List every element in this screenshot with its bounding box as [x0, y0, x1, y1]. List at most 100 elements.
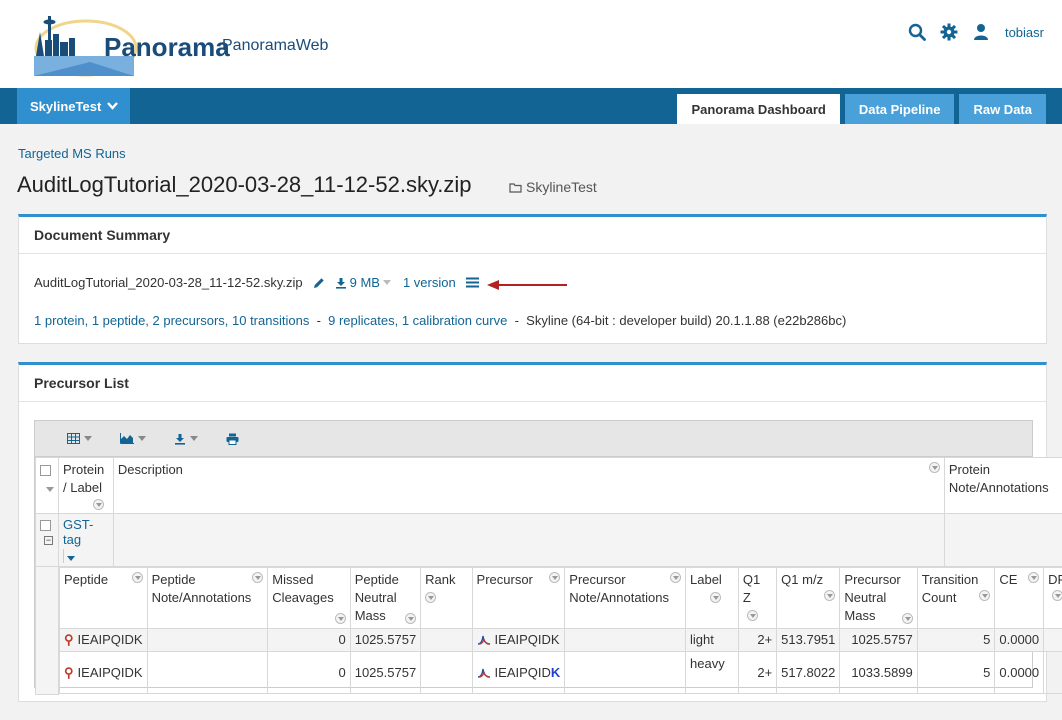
column-menu-icon[interactable]	[670, 572, 682, 583]
document-summary-panel: Document Summary AuditLogTutorial_2020-0…	[18, 214, 1047, 344]
col-dp[interactable]: DP	[1043, 567, 1062, 629]
select-all-checkbox[interactable]	[40, 465, 51, 477]
edit-pencil-icon[interactable]	[313, 277, 325, 289]
column-menu-icon[interactable]	[979, 590, 991, 601]
missed-cleavages-cell: 0	[267, 628, 351, 652]
project-menu-button[interactable]: SkylineTest	[17, 88, 130, 124]
separator: -	[316, 313, 321, 328]
col-precursor-note[interactable]: Precursor Note/Annotations	[564, 567, 687, 629]
breadcrumb-targeted-ms-runs[interactable]: Targeted MS Runs	[18, 146, 126, 161]
label-cell: heavy	[685, 651, 739, 694]
col-precursor-label: Precursor	[476, 572, 533, 587]
col-q1-mz[interactable]: Q1 m/z	[776, 567, 841, 629]
peptide-cell: ⚲ IEAIPQIDK	[59, 628, 148, 652]
ce-cell: 0.0000	[994, 651, 1045, 694]
folder-tabs: Panorama Dashboard Data Pipeline Raw Dat…	[677, 94, 1046, 124]
precursor-list-panel: Precursor List Protein / Label Descripti…	[18, 362, 1062, 702]
peptide-header-row: Peptide Peptide Note/Annotations Missed …	[59, 567, 1062, 629]
col-dp-label: DP	[1048, 572, 1062, 587]
precursor-subtable-row: Peptide Peptide Note/Annotations Missed …	[35, 566, 1062, 695]
protein-label-header[interactable]: Protein / Label	[58, 457, 114, 514]
select-all-header	[35, 457, 59, 514]
col-peptide[interactable]: Peptide	[59, 567, 148, 629]
tab-panorama-dashboard[interactable]: Panorama Dashboard	[677, 94, 840, 124]
transition-count-cell: 5	[916, 651, 996, 694]
subtable-indent	[35, 566, 59, 695]
col-transition-count[interactable]: Transition Count	[916, 567, 996, 629]
col-peptide-note[interactable]: Peptide Note/Annotations	[146, 567, 269, 629]
column-menu-icon[interactable]	[1052, 590, 1062, 601]
versions-link[interactable]: 1 version	[403, 275, 456, 290]
precursor-link[interactable]: IEAIPQIDK	[495, 665, 561, 680]
folder-label[interactable]: SkylineTest	[509, 179, 597, 195]
brand-name[interactable]: Panorama	[104, 32, 230, 63]
column-menu-icon[interactable]	[93, 499, 104, 510]
user-icon[interactable]	[971, 22, 991, 42]
protein-label-header-text: Protein / Label	[63, 462, 105, 495]
col-peptide-neutral-mass[interactable]: Peptide Neutral Mass	[349, 567, 422, 629]
area-chart-icon	[120, 433, 134, 444]
col-precursor[interactable]: Precursor	[471, 567, 566, 629]
protein-link[interactable]: GST-tag	[63, 517, 93, 547]
description-header[interactable]: Description	[112, 457, 945, 514]
column-menu-icon[interactable]	[131, 572, 143, 583]
download-menu[interactable]: 9 MB	[335, 275, 391, 290]
header-actions: tobiasr	[907, 22, 1044, 42]
precursor-note-cell	[564, 651, 687, 694]
table-row: ⚲ IEAIPQIDK 0 1025.5757 IEAIPQIDK heavy 2…	[59, 651, 1062, 694]
print-button[interactable]	[226, 433, 239, 445]
peptide-cell: ⚲ IEAIPQIDK	[59, 651, 148, 694]
caret-down-icon	[138, 436, 146, 441]
replicates-link[interactable]: 9 replicates, 1 calibration curve	[328, 313, 507, 328]
mz-cell: 517.8022	[776, 651, 841, 694]
column-menu-icon[interactable]	[405, 613, 417, 624]
tab-raw-data[interactable]: Raw Data	[959, 94, 1046, 124]
transition-count-cell: 5	[916, 628, 996, 652]
dp-cell	[1043, 628, 1062, 652]
column-menu-icon[interactable]	[824, 590, 836, 601]
description-header-text: Description	[117, 462, 183, 477]
peptide-link[interactable]: IEAIPQIDK	[78, 665, 143, 680]
user-menu-link[interactable]: tobiasr	[1005, 25, 1044, 40]
grid-view-button[interactable]	[67, 433, 92, 444]
peptide-note-cell	[146, 628, 269, 652]
menu-lines-icon[interactable]	[465, 277, 479, 288]
column-menu-icon[interactable]	[549, 572, 561, 583]
caret-down-icon[interactable]	[46, 487, 54, 492]
column-menu-icon[interactable]	[710, 592, 722, 603]
peptide-link[interactable]: IEAIPQIDK	[78, 632, 143, 647]
peptide-table: Peptide Peptide Note/Annotations Missed …	[59, 567, 1062, 694]
precursor-link[interactable]: IEAIPQIDK	[495, 632, 560, 647]
column-menu-icon[interactable]	[901, 613, 913, 624]
col-missed-cleavages[interactable]: Missed Cleavages	[267, 567, 351, 629]
caret-down-icon	[382, 280, 391, 285]
column-menu-icon[interactable]	[746, 610, 758, 621]
folder-name: SkylineTest	[526, 179, 597, 195]
chart-button[interactable]	[120, 433, 146, 444]
column-menu-icon[interactable]	[334, 613, 346, 624]
column-menu-icon[interactable]	[1028, 572, 1040, 583]
col-q1-z[interactable]: Q1 Z	[737, 567, 778, 629]
export-button[interactable]	[174, 433, 198, 445]
col-precursor-neutral-mass[interactable]: Precursor Neutral Mass	[839, 567, 918, 629]
collapse-icon[interactable]: −	[44, 536, 53, 546]
col-peptide-label: Peptide	[64, 572, 109, 587]
col-label[interactable]: Label	[685, 567, 739, 629]
protein-menu[interactable]	[63, 549, 109, 563]
col-ce[interactable]: CE	[994, 567, 1045, 629]
column-menu-icon[interactable]	[425, 592, 437, 603]
grid-icon	[67, 433, 80, 444]
separator: -	[514, 313, 519, 328]
search-icon[interactable]	[907, 22, 927, 42]
label-cell: light	[685, 628, 739, 652]
protein-row: − GST-tag	[35, 513, 1062, 567]
document-counts-link[interactable]: 1 protein, 1 peptide, 2 precursors, 10 t…	[34, 313, 309, 328]
column-menu-icon[interactable]	[252, 572, 264, 583]
protein-checkbox[interactable]	[40, 520, 51, 532]
tab-data-pipeline[interactable]: Data Pipeline	[844, 94, 955, 124]
gear-icon[interactable]	[939, 22, 959, 42]
chromatogram-peak-icon	[477, 668, 490, 678]
protein-note-header[interactable]: Protein Note/Annotations	[943, 457, 1062, 514]
col-rank[interactable]: Rank	[420, 567, 473, 629]
column-menu-icon[interactable]	[928, 462, 940, 473]
